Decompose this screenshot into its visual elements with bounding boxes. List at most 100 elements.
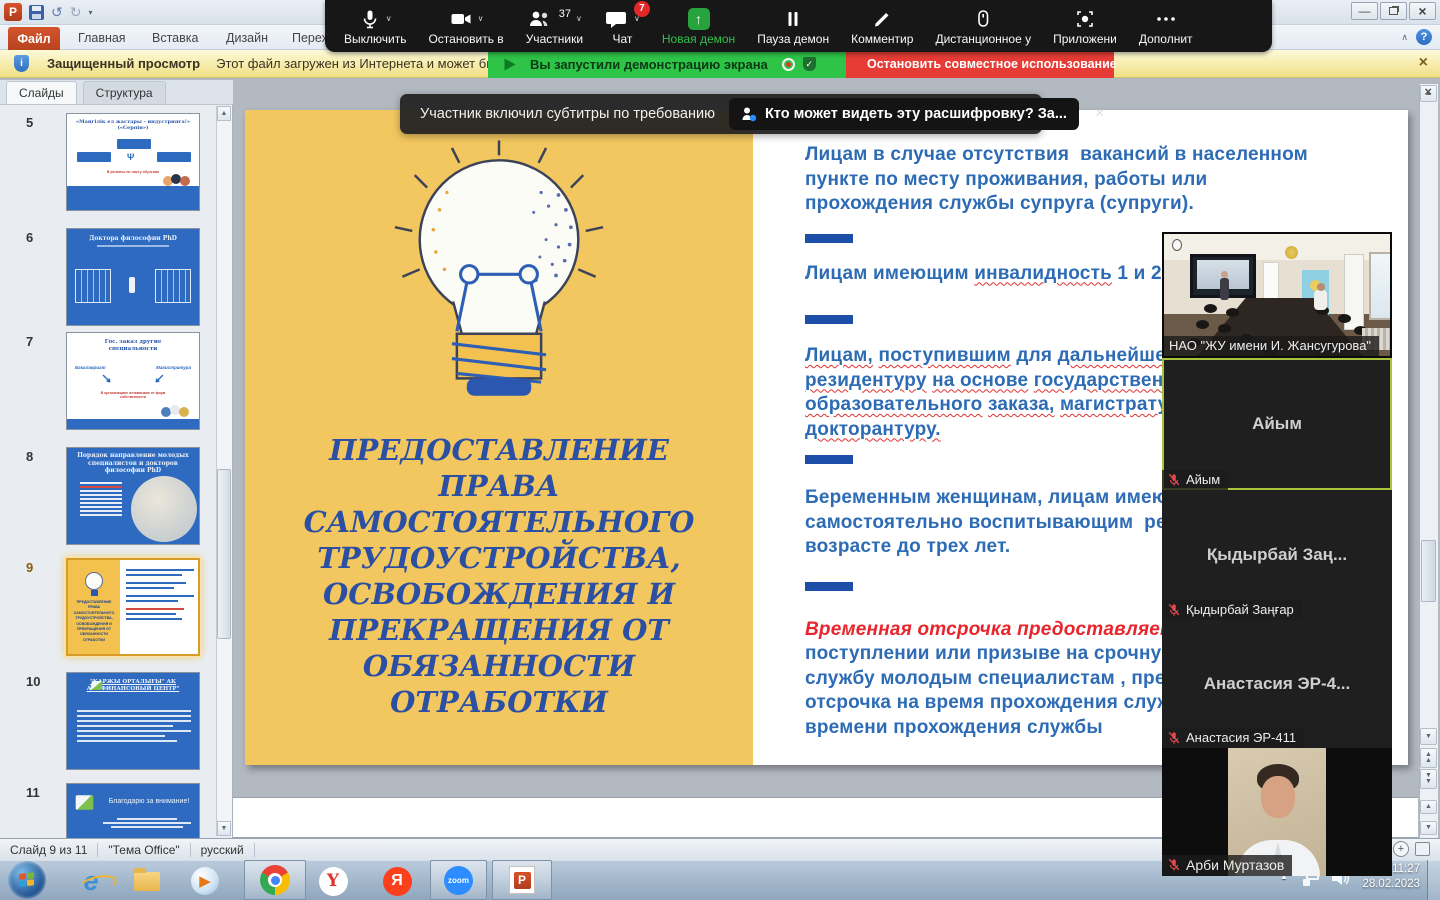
more-button[interactable]: Дополнит bbox=[1130, 0, 1202, 52]
new-share-button[interactable]: ↑ Новая демон bbox=[653, 0, 744, 52]
sidebar-scroll-up-icon[interactable]: ▲ bbox=[217, 106, 231, 121]
tab-design[interactable]: Дизайн bbox=[226, 31, 268, 45]
building-icon bbox=[155, 269, 191, 303]
taskbar-explorer-icon[interactable] bbox=[132, 866, 162, 896]
share-arrow-icon bbox=[505, 58, 516, 70]
who-can-see-transcript-button[interactable]: Кто может видеть эту расшифровку? За... bbox=[729, 98, 1079, 130]
chevron-down-icon[interactable]: ∨ bbox=[478, 14, 484, 23]
thumbnail-slide-7[interactable]: Гос. заказ другие специальности Бакалавр… bbox=[66, 332, 200, 430]
window bbox=[1369, 252, 1392, 320]
previous-slide-button[interactable]: ▲▲ bbox=[1420, 748, 1437, 768]
taskbar-media-player-icon[interactable]: ▶ bbox=[190, 866, 220, 896]
start-button[interactable] bbox=[8, 861, 46, 899]
tab-home[interactable]: Главная bbox=[78, 31, 126, 45]
trident-icon: Ψ bbox=[127, 152, 134, 162]
tab-outline[interactable]: Структура bbox=[83, 81, 166, 104]
participants-button[interactable]: 37 ∨ Участники bbox=[517, 0, 592, 52]
taskbar-yandex-browser-icon[interactable]: Y bbox=[318, 866, 348, 896]
tab-slides[interactable]: Слайды bbox=[6, 81, 77, 104]
mic-muted-icon bbox=[1167, 858, 1181, 872]
next-slide-button[interactable]: ▼▼ bbox=[1420, 769, 1437, 789]
taskbar-chrome-button[interactable] bbox=[244, 860, 306, 900]
chat-button[interactable]: 7 ∨ Чат bbox=[596, 0, 649, 52]
security-shield-icon: ✓ bbox=[803, 57, 816, 71]
participant-tile[interactable]: Айым Айым bbox=[1162, 358, 1392, 490]
lightbulb-illustration bbox=[374, 138, 624, 423]
finance-center-logo bbox=[76, 795, 94, 809]
thumbnail-slide-9-selected[interactable]: ПРЕДОСТАВЛЕНИЕ ПРАВА САМОСТОЯТЕЛЬНОГО ТР… bbox=[66, 558, 200, 656]
redo-icon[interactable]: ↻ bbox=[70, 5, 82, 19]
undo-icon[interactable]: ↺ bbox=[51, 5, 63, 19]
separator-dash bbox=[805, 455, 853, 464]
stop-share-button[interactable]: Остановить совместное использование bbox=[846, 50, 1114, 78]
powerpoint-app-icon[interactable]: P bbox=[4, 3, 22, 21]
zoom-video-strip: НАО "ЖУ имени И. Жансугурова" Айым Айым … bbox=[1162, 232, 1392, 876]
participants-count: 37 bbox=[559, 8, 571, 20]
taskbar-internet-explorer-icon[interactable]: e bbox=[76, 866, 106, 896]
collapse-ribbon-icon[interactable]: ∧ bbox=[1401, 32, 1408, 43]
participant-name-label: Арби Муртазов bbox=[1162, 855, 1292, 876]
participant-tile[interactable]: Қыдырбай Заң... Қыдырбай Заңғар bbox=[1162, 490, 1392, 620]
remote-control-button[interactable]: Дистанционное у bbox=[926, 0, 1040, 52]
thumbnail-slide-5[interactable]: «Маңгілік ел жастары - индустрияға!» («С… bbox=[66, 113, 200, 211]
thumbnail-slide-10[interactable]: "ҚАРЖЫ ОРТАЛЫҒЫ" АК АО "ФИНАНСОВЫЙ ЦЕНТР… bbox=[66, 672, 200, 770]
mute-button[interactable]: ∨ Выключить bbox=[335, 0, 415, 52]
notes-scroll-down-icon[interactable]: ▼ bbox=[1420, 821, 1437, 835]
show-desktop-button[interactable] bbox=[1427, 860, 1440, 900]
stop-video-button[interactable]: ∨ Остановить в bbox=[419, 0, 512, 52]
person-face bbox=[1261, 776, 1295, 818]
chevron-down-icon[interactable]: ∨ bbox=[386, 14, 392, 23]
separator-dash bbox=[805, 234, 853, 243]
notes-scroll-up-icon[interactable]: ▲ bbox=[1420, 800, 1437, 814]
slide-yellow-panel: ПРЕДОСТАВЛЕНИЕ ПРАВА САМОСТОЯТЕЛЬНОГО ТР… bbox=[245, 110, 753, 765]
save-icon[interactable] bbox=[29, 5, 44, 20]
taskbar-powerpoint-button[interactable]: P bbox=[492, 860, 552, 900]
thumbnail-slide-6[interactable]: Доктора философии PhD bbox=[66, 228, 200, 326]
participant-name-label: Айым bbox=[1162, 470, 1228, 490]
finance-center-logo bbox=[90, 681, 103, 690]
help-icon[interactable]: ? bbox=[1416, 29, 1432, 45]
pause-share-button[interactable]: Пауза демон bbox=[748, 0, 838, 52]
arrow-icon bbox=[101, 373, 113, 385]
main-scrollbar[interactable] bbox=[1419, 84, 1438, 838]
fit-to-window-button[interactable] bbox=[1415, 842, 1430, 856]
taskbar-yandex-icon[interactable]: Я bbox=[382, 866, 412, 896]
zoom-in-button[interactable]: + bbox=[1393, 841, 1409, 857]
person bbox=[1220, 278, 1229, 300]
scroll-down-icon[interactable]: ▼ bbox=[1420, 728, 1437, 745]
sidebar-scroll-down-icon[interactable]: ▼ bbox=[217, 821, 231, 836]
customize-quick-access-icon[interactable]: ▾ bbox=[88, 8, 92, 17]
mic-muted-icon bbox=[1167, 473, 1181, 487]
sidebar-scrollbar-thumb[interactable] bbox=[217, 469, 231, 639]
taskbar-zoom-button[interactable]: zoom bbox=[430, 860, 487, 900]
thumbnail-slide-11[interactable]: Благодарю за внимание! bbox=[66, 783, 200, 838]
recording-icon bbox=[782, 58, 795, 71]
protected-view-close-icon[interactable]: × bbox=[1419, 54, 1428, 72]
toast-close-icon[interactable]: × bbox=[1095, 105, 1104, 123]
person-captions-icon bbox=[741, 106, 757, 122]
participants-icon bbox=[527, 8, 553, 30]
building-icon bbox=[75, 269, 111, 303]
close-button[interactable]: × bbox=[1409, 2, 1436, 20]
powerpoint-icon: P bbox=[509, 866, 535, 894]
participant-tile-room[interactable]: НАО "ЖУ имени И. Жансугурова" bbox=[1162, 232, 1392, 358]
apps-button[interactable]: Приложени bbox=[1044, 0, 1126, 52]
shield-info-icon: i bbox=[14, 55, 29, 72]
chevron-down-icon[interactable]: ∨ bbox=[576, 14, 582, 23]
pencil-icon bbox=[871, 8, 893, 30]
annotate-button[interactable]: Комментир bbox=[842, 0, 922, 52]
language-indicator: русский bbox=[201, 843, 244, 857]
mic-muted-icon bbox=[1167, 731, 1181, 745]
sidebar-close-icon[interactable]: × bbox=[1424, 84, 1432, 99]
theme-indicator: "Тема Office" bbox=[108, 843, 179, 857]
person-icon bbox=[129, 277, 135, 293]
main-scrollbar-thumb[interactable] bbox=[1421, 540, 1436, 602]
thumbnail-slide-8[interactable]: Порядок направление молодых специалистов… bbox=[66, 447, 200, 545]
slide-number-indicator: Слайд 9 из 11 bbox=[10, 843, 87, 857]
minimize-button[interactable]: — bbox=[1351, 2, 1378, 20]
tab-file[interactable]: Файл bbox=[8, 27, 60, 50]
participant-tile-video[interactable]: Арби Муртазов bbox=[1162, 748, 1392, 876]
restore-button[interactable] bbox=[1380, 2, 1407, 20]
tab-insert[interactable]: Вставка bbox=[152, 31, 198, 45]
participant-tile[interactable]: Анастасия ЭР-4... Анастасия ЭР-411 bbox=[1162, 620, 1392, 748]
